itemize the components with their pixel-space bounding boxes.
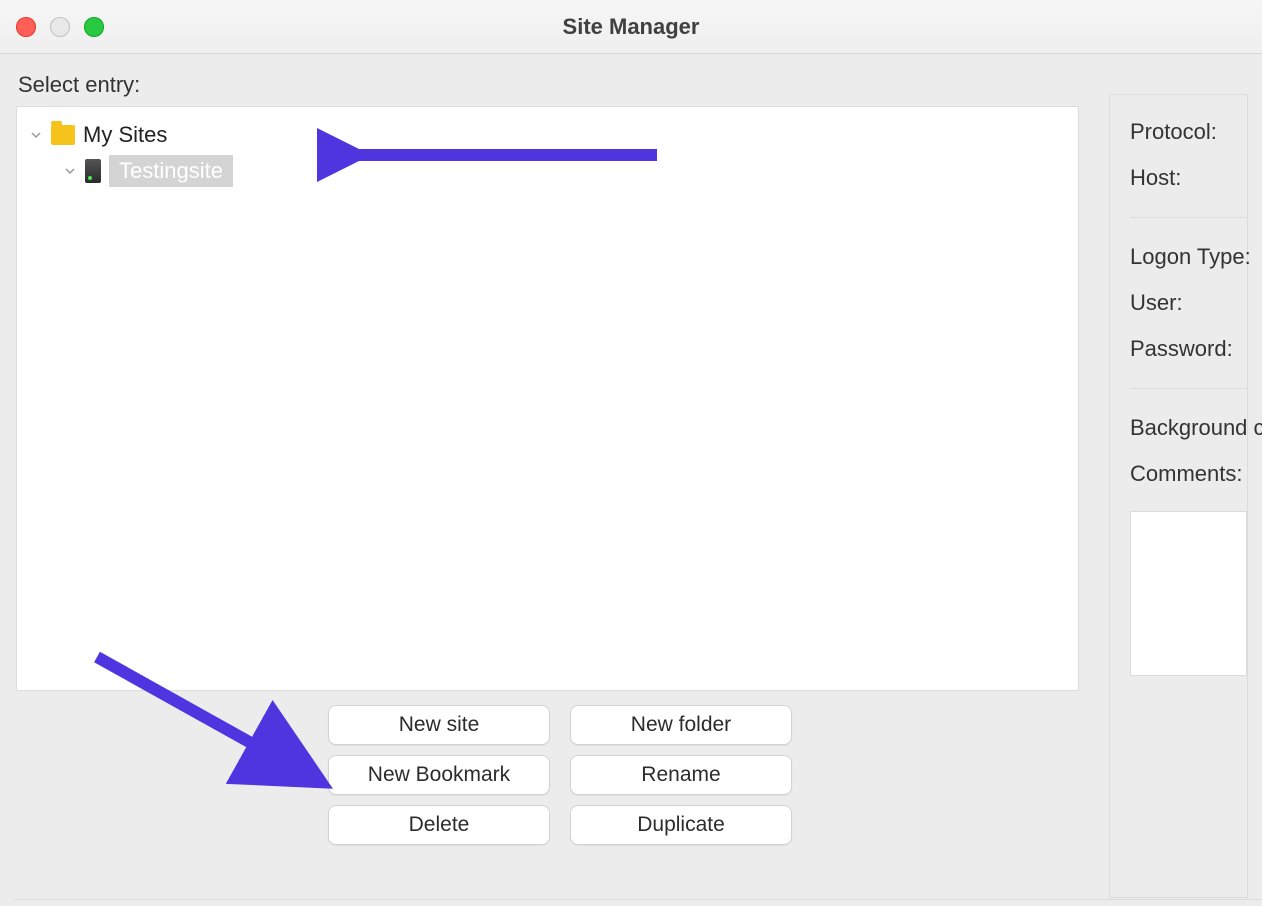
tree-site-label[interactable]: Testingsite [109, 155, 233, 187]
password-label: Password: [1130, 336, 1247, 362]
divider [1130, 388, 1247, 389]
host-label: Host: [1130, 165, 1247, 191]
comments-textarea[interactable] [1130, 511, 1247, 676]
tree-row-site[interactable]: Testingsite [29, 153, 1066, 189]
close-window-button[interactable] [16, 17, 36, 37]
new-bookmark-button[interactable]: New Bookmark [328, 755, 550, 795]
content-area: Select entry: My Sites Testingsite [0, 54, 1262, 898]
minimize-window-button[interactable] [50, 17, 70, 37]
protocol-label: Protocol: [1130, 119, 1247, 145]
traffic-lights [16, 17, 104, 37]
titlebar: Site Manager [0, 0, 1262, 54]
site-tree[interactable]: My Sites Testingsite [16, 106, 1079, 691]
annotation-arrow-icon [67, 647, 347, 847]
tree-row-root[interactable]: My Sites [29, 117, 1066, 153]
fullscreen-window-button[interactable] [84, 17, 104, 37]
left-pane: Select entry: My Sites Testingsite [16, 68, 1079, 898]
duplicate-button[interactable]: Duplicate [570, 805, 792, 845]
divider [1130, 217, 1247, 218]
new-site-button[interactable]: New site [328, 705, 550, 745]
chevron-down-icon[interactable] [63, 164, 77, 178]
delete-button[interactable]: Delete [328, 805, 550, 845]
comments-label: Comments: [1130, 461, 1247, 487]
folder-icon [51, 125, 75, 145]
window-title: Site Manager [0, 14, 1262, 40]
chevron-down-icon[interactable] [29, 128, 43, 142]
new-folder-button[interactable]: New folder [570, 705, 792, 745]
tree-root-label: My Sites [83, 122, 167, 148]
user-label: User: [1130, 290, 1247, 316]
rename-button[interactable]: Rename [570, 755, 792, 795]
server-icon [85, 159, 101, 183]
right-pane: Protocol: Host: Logon Type: User: Passwo… [1109, 94, 1248, 898]
background-color-label: Background color: [1130, 415, 1247, 441]
footer-divider [14, 899, 1262, 900]
select-entry-label: Select entry: [18, 72, 1079, 98]
site-actions: New site New folder New Bookmark Rename … [328, 705, 1079, 845]
logon-type-label: Logon Type: [1130, 244, 1247, 270]
